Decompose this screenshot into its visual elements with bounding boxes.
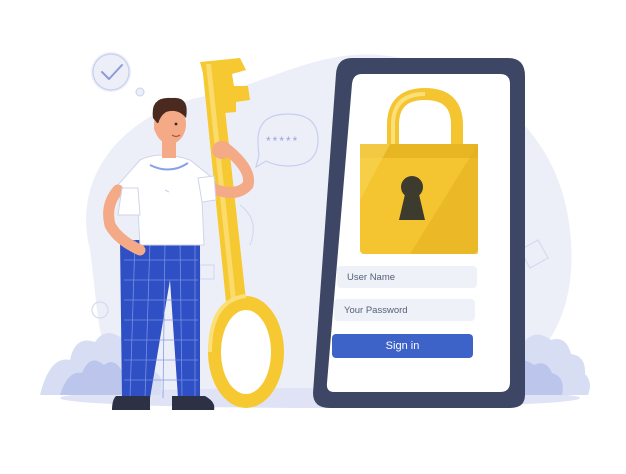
password-placeholder: Your Password <box>344 304 408 316</box>
sign-in-label: Sign in <box>385 340 420 352</box>
username-placeholder: User Name <box>347 271 396 283</box>
security-illustration: ***** User Name Your Password Sign in <box>0 0 626 469</box>
sign-in-button[interactable]: Sign in <box>332 334 473 358</box>
password-field[interactable]: Your Password <box>334 299 475 321</box>
login-form: User Name Your Password Sign in <box>0 0 626 469</box>
username-field[interactable]: User Name <box>337 266 477 288</box>
